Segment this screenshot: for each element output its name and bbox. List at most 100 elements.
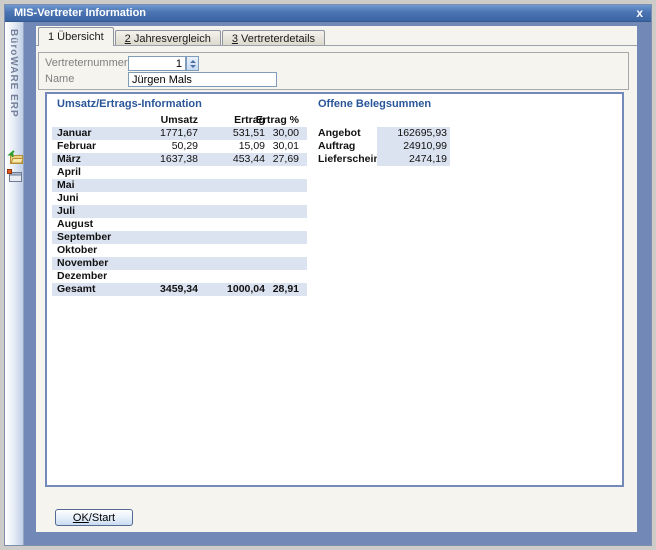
value-cell: 28,91 bbox=[265, 283, 299, 296]
umsatz-row: Juni bbox=[52, 192, 307, 205]
value-cell bbox=[112, 231, 198, 244]
value-cell bbox=[112, 218, 198, 231]
umsatz-table-body: Januar1771,67531,5130,00Februar50,2915,0… bbox=[52, 127, 307, 296]
tab-vertreterdetails[interactable]: 3 Vertreterdetails bbox=[222, 30, 325, 46]
belege-table-body: Angebot162695,93Auftrag24910,99Liefersch… bbox=[318, 127, 450, 166]
belege-row: Angebot162695,93 bbox=[318, 127, 450, 140]
value-cell: 30,00 bbox=[265, 127, 299, 140]
value-cell bbox=[265, 179, 299, 192]
belege-value: 162695,93 bbox=[377, 127, 450, 140]
value-cell bbox=[198, 244, 265, 257]
value-cell: 3459,34 bbox=[112, 283, 198, 296]
value-cell bbox=[265, 244, 299, 257]
umsatz-row: Juli bbox=[52, 205, 307, 218]
umsatz-table-header: Umsatz Ertrag Ertrag % bbox=[52, 114, 307, 127]
umsatz-row: Mai bbox=[52, 179, 307, 192]
value-cell bbox=[265, 166, 299, 179]
value-cell bbox=[112, 244, 198, 257]
name-label: Name bbox=[45, 73, 74, 85]
tab-bar: 1 Übersicht 2 Jahresvergleich 3 Vertrete… bbox=[38, 27, 326, 46]
umsatz-row: April bbox=[52, 166, 307, 179]
umsatz-row: Gesamt3459,341000,0428,91 bbox=[52, 283, 307, 296]
value-cell bbox=[198, 166, 265, 179]
umsatz-row: Dezember bbox=[52, 270, 307, 283]
info-panel: Umsatz/Ertrags-Information Offene Belegs… bbox=[45, 92, 624, 487]
value-cell bbox=[112, 257, 198, 270]
month-label: Februar bbox=[52, 140, 112, 153]
belege-value: 2474,19 bbox=[377, 153, 450, 166]
brand-label: BüroWARE ERP bbox=[8, 29, 19, 118]
value-cell bbox=[265, 192, 299, 205]
value-cell bbox=[112, 179, 198, 192]
window-title: MIS-Vertreter Information bbox=[14, 7, 146, 19]
window-form-icon[interactable] bbox=[7, 169, 24, 185]
column-header-umsatz: Umsatz bbox=[161, 114, 198, 126]
desktop-background: MIS-Vertreter Information x BüroWARE ERP bbox=[0, 0, 656, 550]
value-cell: 453,44 bbox=[198, 153, 265, 166]
vertreternummer-field[interactable] bbox=[128, 56, 186, 71]
month-label: August bbox=[52, 218, 112, 231]
value-cell bbox=[265, 270, 299, 283]
belege-label: Auftrag bbox=[318, 140, 377, 153]
belege-row: Auftrag24910,99 bbox=[318, 140, 450, 153]
month-label: Dezember bbox=[52, 270, 112, 283]
mis-vertreter-window: MIS-Vertreter Information x BüroWARE ERP bbox=[5, 5, 651, 545]
value-cell bbox=[265, 205, 299, 218]
tab-page-uebersicht: 1 Übersicht 2 Jahresvergleich 3 Vertrete… bbox=[36, 26, 637, 532]
ok-start-button[interactable]: OK/Start bbox=[55, 509, 133, 526]
value-cell: 1637,38 bbox=[112, 153, 198, 166]
month-label: Gesamt bbox=[52, 283, 112, 296]
value-cell bbox=[112, 192, 198, 205]
vertreternummer-spinner[interactable] bbox=[186, 56, 199, 71]
ok-start-rest: /Start bbox=[89, 512, 115, 524]
value-cell: 1771,67 bbox=[112, 127, 198, 140]
month-label: September bbox=[52, 231, 112, 244]
open-folder-icon[interactable] bbox=[7, 150, 24, 166]
value-cell bbox=[198, 192, 265, 205]
month-label: Mai bbox=[52, 179, 112, 192]
umsatz-section-title: Umsatz/Ertrags-Information bbox=[57, 98, 202, 110]
spin-down-icon[interactable] bbox=[190, 65, 196, 68]
vertreter-form: Vertreternummer Name bbox=[38, 52, 629, 90]
umsatz-row: März1637,38453,4427,69 bbox=[52, 153, 307, 166]
tab-label: 1 Übersicht bbox=[48, 31, 104, 43]
name-field[interactable] bbox=[128, 72, 277, 87]
month-label: November bbox=[52, 257, 112, 270]
tab-label: Jahresvergleich bbox=[131, 33, 211, 45]
value-cell bbox=[112, 270, 198, 283]
ok-start-mnemonic: OK bbox=[73, 512, 89, 524]
value-cell: 50,29 bbox=[112, 140, 198, 153]
value-cell bbox=[198, 231, 265, 244]
vertreternummer-label: Vertreternummer bbox=[45, 57, 128, 69]
belege-section-title: Offene Belegsummen bbox=[318, 98, 431, 110]
month-label: Juli bbox=[52, 205, 112, 218]
value-cell bbox=[198, 179, 265, 192]
spin-up-icon[interactable] bbox=[190, 60, 196, 63]
month-label: Oktober bbox=[52, 244, 112, 257]
value-cell: 531,51 bbox=[198, 127, 265, 140]
umsatz-row: Februar50,2915,0930,01 bbox=[52, 140, 307, 153]
belege-value: 24910,99 bbox=[377, 140, 450, 153]
belege-label: Angebot bbox=[318, 127, 377, 140]
titlebar[interactable]: MIS-Vertreter Information x bbox=[5, 5, 651, 22]
value-cell: 30,01 bbox=[265, 140, 299, 153]
umsatz-row: September bbox=[52, 231, 307, 244]
month-label: April bbox=[52, 166, 112, 179]
belege-row: Lieferschein2474,19 bbox=[318, 153, 450, 166]
umsatz-row: Januar1771,67531,5130,00 bbox=[52, 127, 307, 140]
umsatz-row: November bbox=[52, 257, 307, 270]
umsatz-row: Oktober bbox=[52, 244, 307, 257]
value-cell: 27,69 bbox=[265, 153, 299, 166]
belege-label: Lieferschein bbox=[318, 153, 377, 166]
month-label: März bbox=[52, 153, 112, 166]
month-label: Januar bbox=[52, 127, 112, 140]
value-cell bbox=[112, 205, 198, 218]
tab-jahresvergleich[interactable]: 2 Jahresvergleich bbox=[115, 30, 221, 46]
value-cell: 1000,04 bbox=[198, 283, 265, 296]
tab-label: Vertreterdetails bbox=[238, 33, 315, 45]
sidebar: BüroWARE ERP bbox=[5, 22, 24, 545]
tab-uebersicht[interactable]: 1 Übersicht bbox=[38, 27, 114, 46]
value-cell bbox=[198, 205, 265, 218]
close-icon[interactable]: x bbox=[636, 6, 643, 20]
value-cell: 15,09 bbox=[198, 140, 265, 153]
